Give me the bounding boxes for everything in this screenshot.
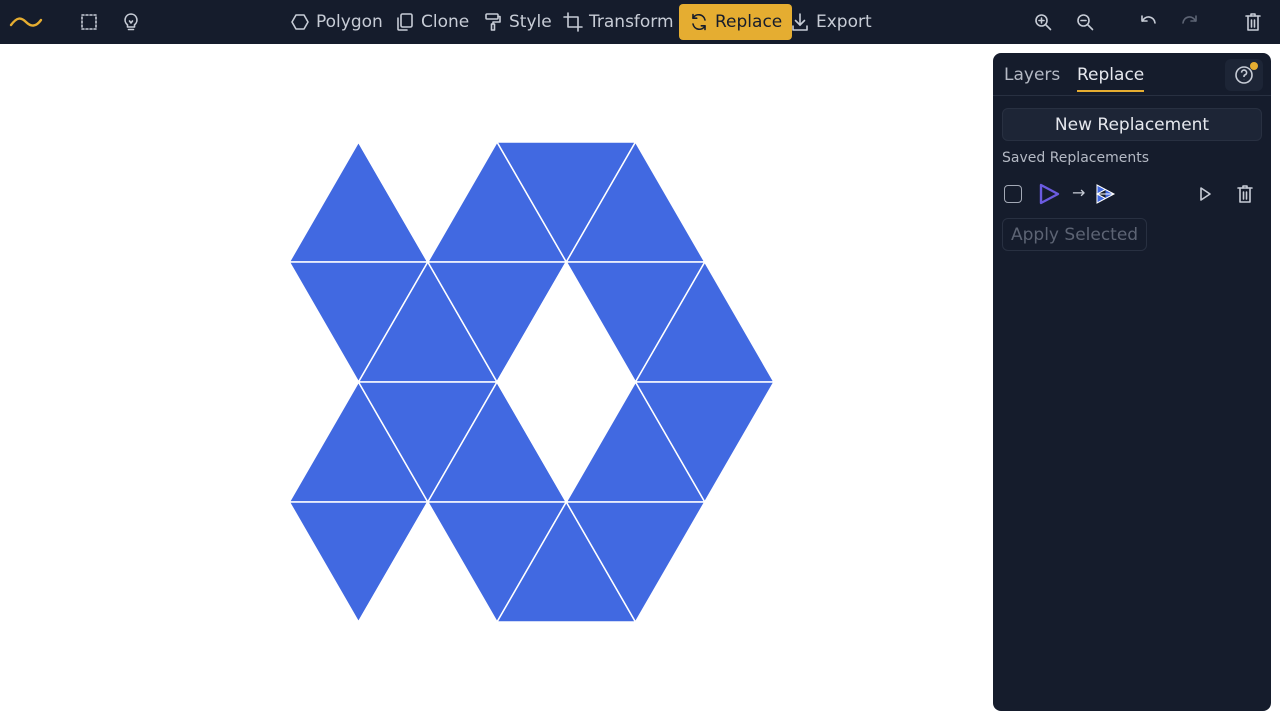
apply-selected-button[interactable]: Apply Selected xyxy=(1002,218,1148,251)
zoom-in-button[interactable] xyxy=(1025,4,1061,40)
replace-tool-button[interactable]: Replace xyxy=(679,4,793,40)
redo-icon xyxy=(1182,15,1197,24)
select-tool-button[interactable] xyxy=(71,4,107,40)
hexagon-icon xyxy=(291,14,309,30)
download-icon xyxy=(792,13,808,31)
style-tool-button[interactable]: Style xyxy=(483,4,552,40)
transform-tool-label: Transform xyxy=(589,12,674,32)
replace-tool-label: Replace xyxy=(715,12,783,32)
notification-dot xyxy=(1250,62,1258,70)
replacement-checkbox[interactable] xyxy=(1004,185,1022,203)
panel-tabs: Layers Replace xyxy=(993,53,1271,96)
zoom-out-button[interactable] xyxy=(1067,4,1103,40)
help-button[interactable] xyxy=(1225,59,1263,91)
replacement-arrow: → xyxy=(1072,183,1086,202)
trash-icon xyxy=(1237,185,1253,203)
transform-tool-button[interactable]: Transform xyxy=(563,4,674,40)
app-logo-icon[interactable] xyxy=(8,4,44,40)
replacement-row: → xyxy=(1002,179,1262,209)
export-tool-button[interactable]: Export xyxy=(790,4,872,40)
paint-roller-icon xyxy=(485,13,501,31)
drawing-canvas[interactable] xyxy=(0,44,993,720)
zoom-out-icon xyxy=(1077,14,1094,31)
style-tool-label: Style xyxy=(509,12,552,32)
new-replacement-button[interactable]: New Replacement xyxy=(1002,108,1262,141)
toolbar: Polygon Clone Style Transform Replace Ex… xyxy=(0,0,1280,44)
play-icon xyxy=(1200,187,1211,201)
tab-replace[interactable]: Replace xyxy=(1077,65,1145,92)
lightbulb-icon xyxy=(124,13,138,31)
from-triangle-icon xyxy=(1039,183,1060,205)
undo-button[interactable] xyxy=(1130,4,1166,40)
wave-logo-icon xyxy=(9,17,43,27)
crop-icon xyxy=(563,12,583,32)
clone-tool-button[interactable]: Clone xyxy=(395,4,469,40)
delete-button[interactable] xyxy=(1235,4,1271,40)
export-tool-label: Export xyxy=(816,12,872,32)
polygon-tool-button[interactable]: Polygon xyxy=(290,4,383,40)
delete-replacement-button[interactable] xyxy=(1235,184,1255,208)
side-panel: Layers Replace New Replacement Saved Rep… xyxy=(993,53,1271,711)
to-subdivided-triangle-icon xyxy=(1095,184,1116,204)
trash-icon xyxy=(1245,13,1261,31)
copy-icon xyxy=(397,13,413,31)
redo-button[interactable] xyxy=(1172,4,1208,40)
refresh-icon xyxy=(692,13,706,31)
hint-button[interactable] xyxy=(113,4,149,40)
dashed-rect-select-icon xyxy=(81,14,97,30)
polygon-tool-label: Polygon xyxy=(316,12,383,32)
tab-layers[interactable]: Layers xyxy=(1004,65,1060,85)
zoom-in-icon xyxy=(1035,14,1052,31)
saved-replacements-heading: Saved Replacements xyxy=(1002,150,1149,166)
apply-replacement-button[interactable] xyxy=(1196,185,1214,207)
undo-icon xyxy=(1141,15,1156,24)
clone-tool-label: Clone xyxy=(421,12,470,32)
triangle-tiling[interactable] xyxy=(0,44,993,720)
